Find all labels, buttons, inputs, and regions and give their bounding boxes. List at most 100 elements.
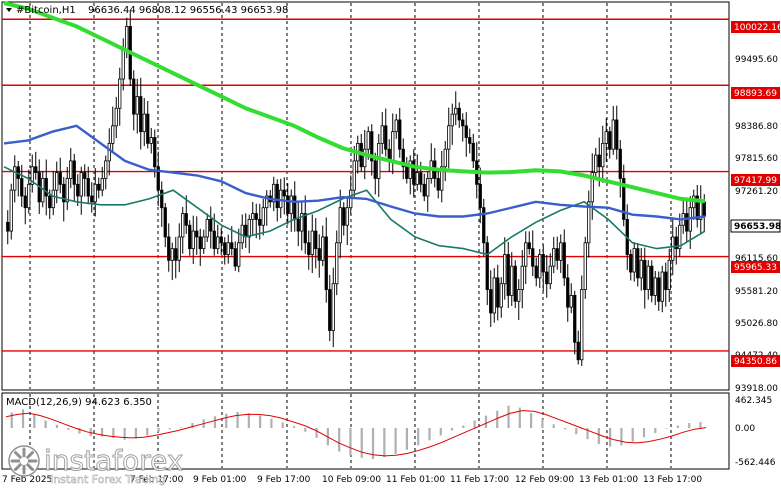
candle-body	[310, 230, 314, 255]
macd-bar	[541, 419, 544, 428]
macd-bar	[507, 405, 510, 428]
candle-body	[454, 107, 458, 115]
candle-body	[373, 160, 377, 179]
candle-body	[86, 178, 90, 197]
candle-body	[149, 137, 153, 144]
candle-body	[604, 131, 608, 144]
candle-body	[548, 265, 552, 285]
candle-body	[321, 236, 325, 261]
candle-body	[545, 271, 549, 285]
macd-bar	[450, 428, 454, 431]
macd-label: MACD(12,26,9) 94.623 6.350	[6, 397, 152, 408]
macd-bar	[699, 422, 702, 428]
candle-body	[237, 242, 241, 267]
candle-body	[72, 160, 76, 185]
candle-body	[552, 248, 556, 267]
candle-body	[377, 142, 381, 179]
candle-body	[55, 172, 59, 191]
candle-body	[230, 242, 234, 250]
candle-body	[541, 254, 545, 273]
price-tick-label: 95581.20	[735, 287, 778, 297]
macd-bar	[349, 428, 352, 456]
candle-body	[394, 119, 398, 133]
macd-bar	[575, 428, 578, 435]
candle-body	[415, 172, 419, 185]
candle-body	[9, 189, 13, 232]
price-tick-label: 93918.00	[735, 384, 778, 394]
candle-body	[20, 178, 24, 197]
candle-body	[307, 242, 311, 255]
candle-body	[615, 119, 619, 150]
macd-bar	[665, 428, 668, 429]
candle-body	[510, 265, 514, 296]
time-tick-label: 11 Feb 17:00	[450, 475, 509, 485]
candle-body	[139, 96, 143, 133]
macd-bar	[552, 424, 555, 428]
time-tick-label: 9 Feb 01:00	[193, 475, 247, 485]
candle-body	[335, 242, 339, 285]
candle-body	[198, 236, 202, 250]
macd-bar	[496, 410, 499, 428]
candle-body	[293, 195, 297, 220]
macd-bar	[270, 418, 273, 428]
candle-body	[184, 213, 188, 226]
chart-background	[0, 0, 781, 489]
candle-body	[338, 207, 342, 244]
macd-tick-label: 462.345	[735, 396, 772, 406]
candle-body	[181, 213, 185, 238]
candle-body	[618, 148, 622, 179]
candle-body	[202, 236, 206, 250]
level-badge-label: 100022.16	[734, 23, 781, 33]
candle-body	[464, 125, 468, 138]
symbol-label: #Bitcoin,H1	[16, 5, 76, 16]
candle-body	[583, 242, 587, 290]
candle-body	[447, 125, 451, 150]
candle-body	[345, 207, 349, 226]
candle-body	[587, 201, 591, 244]
candle-body	[142, 113, 146, 133]
candle-body	[51, 189, 55, 209]
candle-body	[331, 283, 335, 331]
macd-bar	[146, 428, 149, 436]
macd-bar	[609, 428, 612, 447]
macd-bar	[338, 428, 341, 452]
candle-body	[251, 213, 255, 220]
candle-body	[520, 265, 524, 290]
price-tick-label: 99495.60	[735, 55, 778, 65]
candle-body	[93, 183, 97, 203]
candle-body	[132, 78, 136, 115]
macd-bar	[33, 414, 36, 428]
candle-body	[660, 271, 664, 302]
macd-bar	[405, 428, 409, 450]
candle-body	[653, 277, 657, 296]
price-chart[interactable]: #Bitcoin,H1 96636.44 96808.12 96556.43 9…	[0, 0, 781, 489]
chart-header: #Bitcoin,H1 96636.44 96808.12 96556.43 9…	[6, 5, 288, 16]
candle-body	[111, 125, 115, 144]
macd-bar	[247, 413, 250, 428]
level-badge-label: 94350.86	[734, 357, 777, 367]
candle-body	[65, 178, 69, 203]
candle-body	[524, 242, 528, 267]
ohlc-values: 96636.44 96808.12 96556.43 96653.98	[88, 5, 288, 16]
candle-body	[573, 295, 577, 343]
candle-body	[405, 166, 409, 179]
macd-bar	[631, 428, 634, 442]
candle-body	[664, 271, 668, 290]
candle-body	[328, 289, 332, 331]
candle-body	[601, 142, 605, 168]
macd-tick-label: -562.446	[735, 458, 776, 468]
macd-bar	[417, 428, 420, 446]
candle-body	[594, 154, 598, 174]
price-tick-label: 95026.80	[735, 319, 778, 329]
candle-body	[100, 178, 104, 191]
candle-body	[296, 218, 300, 232]
candle-body	[27, 183, 31, 209]
candle-body	[303, 213, 307, 244]
candle-body	[289, 195, 293, 214]
time-tick-label: 12 Feb 09:00	[515, 475, 574, 485]
candle-body	[83, 172, 87, 179]
macd-bar	[21, 409, 25, 428]
candle-body	[667, 259, 671, 290]
macd-bar	[428, 428, 431, 441]
candle-body	[324, 236, 328, 290]
